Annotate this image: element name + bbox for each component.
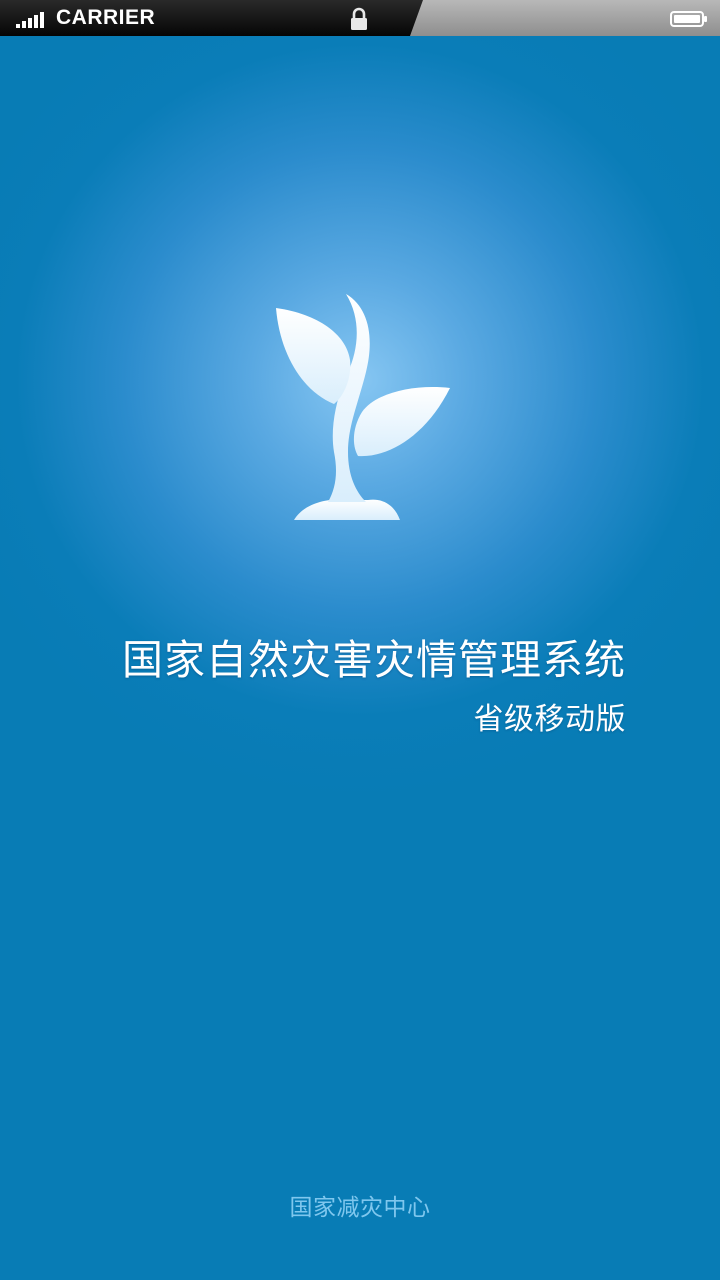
app-title: 国家自然灾害灾情管理系统: [122, 636, 626, 684]
app-subtitle: 省级移动版: [473, 702, 626, 737]
sprout-icon: [276, 294, 450, 520]
signal-bars-icon: [16, 10, 44, 28]
splash-screen: CARRIER 国家自然灾害灾情管理系统 省级移动版 国家减灾中心: [0, 0, 720, 1280]
footer-organization: 国家减灾中心: [289, 1195, 431, 1221]
lock-icon: [351, 7, 367, 30]
battery-icon: [670, 11, 707, 27]
status-bar: CARRIER: [0, 0, 720, 36]
carrier-label: CARRIER: [56, 6, 156, 29]
